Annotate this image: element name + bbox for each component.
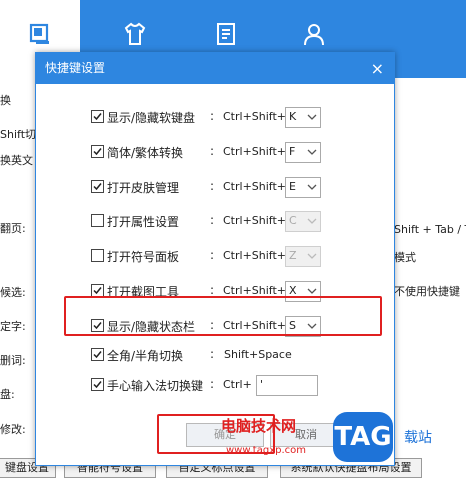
bg-text-switch: 换 (0, 94, 11, 107)
key-prefix: Ctrl+Shift+ (223, 180, 287, 193)
bg-text-modify: 修改: (0, 423, 26, 436)
chevron-down-icon (307, 288, 317, 294)
row-label: 打开属性设置 (107, 215, 180, 229)
key-prefix: Ctrl+Shift+ (223, 110, 287, 123)
chevron-down-icon (307, 218, 317, 224)
colon: : (210, 248, 215, 262)
key-value: Z (289, 249, 297, 262)
bg-text-page-turn: 翻页: (0, 222, 26, 235)
checkbox-handwriting-switch[interactable] (91, 378, 104, 391)
full-half-value: Shift+Space (224, 348, 292, 361)
watermark-site-name: 电脑技术网 (221, 417, 297, 435)
checkbox-simplified-traditional[interactable] (91, 145, 104, 158)
watermark-suffix: 载站 (404, 430, 432, 446)
checkbox-symbol-panel[interactable] (91, 249, 104, 262)
shortcut-row-skin-manager: 打开皮肤管理 : Ctrl+Shift+ E (91, 177, 391, 198)
row-label: 简体/繁体转换 (107, 146, 184, 160)
bg-text-delete-word: 删词: (0, 354, 26, 367)
document-icon (217, 23, 235, 45)
handwriting-key-value: ' (260, 378, 264, 391)
chevron-down-icon (307, 149, 317, 155)
shortcut-row-symbol-panel: 打开符号面板 : Ctrl+Shift+ Z (91, 246, 391, 267)
colon: : (210, 347, 215, 361)
chevron-down-icon (307, 253, 317, 259)
row-label: 打开符号面板 (107, 250, 180, 264)
check-icon (93, 287, 102, 295)
colon: : (210, 377, 215, 391)
bg-text-shift: Shift切 (0, 128, 37, 141)
colon: : (210, 144, 215, 158)
key-select-simplified-traditional[interactable]: F (285, 142, 321, 163)
bg-text-fix-word: 定字: (0, 320, 26, 333)
key-prefix: Ctrl+Shift+ (223, 145, 287, 158)
shortcut-row-simplified-traditional: 简体/繁体转换 : Ctrl+Shift+ F (91, 142, 391, 163)
key-value: K (289, 110, 297, 123)
key-prefix: Ctrl+Shift+ (223, 249, 287, 262)
shortcut-row-soft-keyboard: 显示/隐藏软键盘 : Ctrl+Shift+ K (91, 107, 391, 128)
bg-text-candidate: 候选: (0, 286, 26, 299)
bg-text-no-shortcut: 不使用快捷键 (394, 285, 460, 298)
key-value: C (289, 214, 297, 227)
shortcut-row-properties: 打开属性设置 : Ctrl+Shift+ C (91, 211, 391, 232)
row-label: 全角/半角切换 (107, 349, 184, 363)
key-select-soft-keyboard[interactable]: K (285, 107, 321, 128)
check-icon (93, 148, 102, 156)
watermark-url: www.tagxp.com (226, 445, 306, 456)
key-select-properties[interactable]: C (285, 211, 321, 232)
key-select-skin-manager[interactable]: E (285, 177, 321, 198)
key-value: F (289, 145, 296, 158)
skin-layout-icon (29, 23, 49, 44)
colon: : (210, 213, 215, 227)
shirt-icon (124, 22, 146, 45)
colon: : (210, 109, 215, 123)
dialog-title-bar: 快捷键设置 × (36, 53, 394, 84)
bg-text-shift-tab: Shift + Tab / Ta (394, 223, 466, 236)
check-icon (93, 381, 102, 389)
key-prefix: Ctrl+ (223, 378, 252, 391)
check-icon (93, 351, 102, 359)
key-prefix: Ctrl+Shift+ (223, 214, 287, 227)
checkbox-skin-manager[interactable] (91, 180, 104, 193)
row-label: 手心输入法切换键 (107, 379, 204, 393)
chevron-down-icon (307, 114, 317, 120)
bg-text-keyboard: 盘: (0, 388, 15, 401)
user-icon (304, 24, 324, 46)
checkbox-properties[interactable] (91, 214, 104, 227)
highlight-status-bar-row (64, 296, 382, 336)
shortcut-row-handwriting-switch: 手心输入法切换键 : Ctrl+ ' (91, 375, 391, 396)
checkbox-full-half-width[interactable] (91, 348, 104, 361)
shortcut-settings-dialog: 快捷键设置 × 显示/隐藏软键盘 : Ctrl+Shift+ K 简体/繁体转换… (35, 52, 395, 466)
watermark-tag-badge: TAG (333, 412, 393, 462)
key-select-symbol-panel[interactable]: Z (285, 246, 321, 267)
shortcut-row-full-half-width: 全角/半角切换 : Shift+Space (91, 345, 391, 365)
colon: : (210, 283, 215, 297)
handwriting-key-input[interactable]: ' (256, 375, 318, 396)
bg-text-english: 换英文 (0, 154, 33, 167)
check-icon (93, 183, 102, 191)
colon: : (210, 179, 215, 193)
row-label: 打开皮肤管理 (107, 181, 180, 195)
chevron-down-icon (307, 184, 317, 190)
row-label: 显示/隐藏软键盘 (107, 111, 196, 125)
checkbox-soft-keyboard[interactable] (91, 110, 104, 123)
bg-text-mode: 模式 (394, 251, 416, 264)
close-icon[interactable]: × (371, 53, 384, 84)
check-icon (93, 113, 102, 121)
key-value: E (289, 180, 296, 193)
dialog-title: 快捷键设置 (45, 61, 106, 75)
